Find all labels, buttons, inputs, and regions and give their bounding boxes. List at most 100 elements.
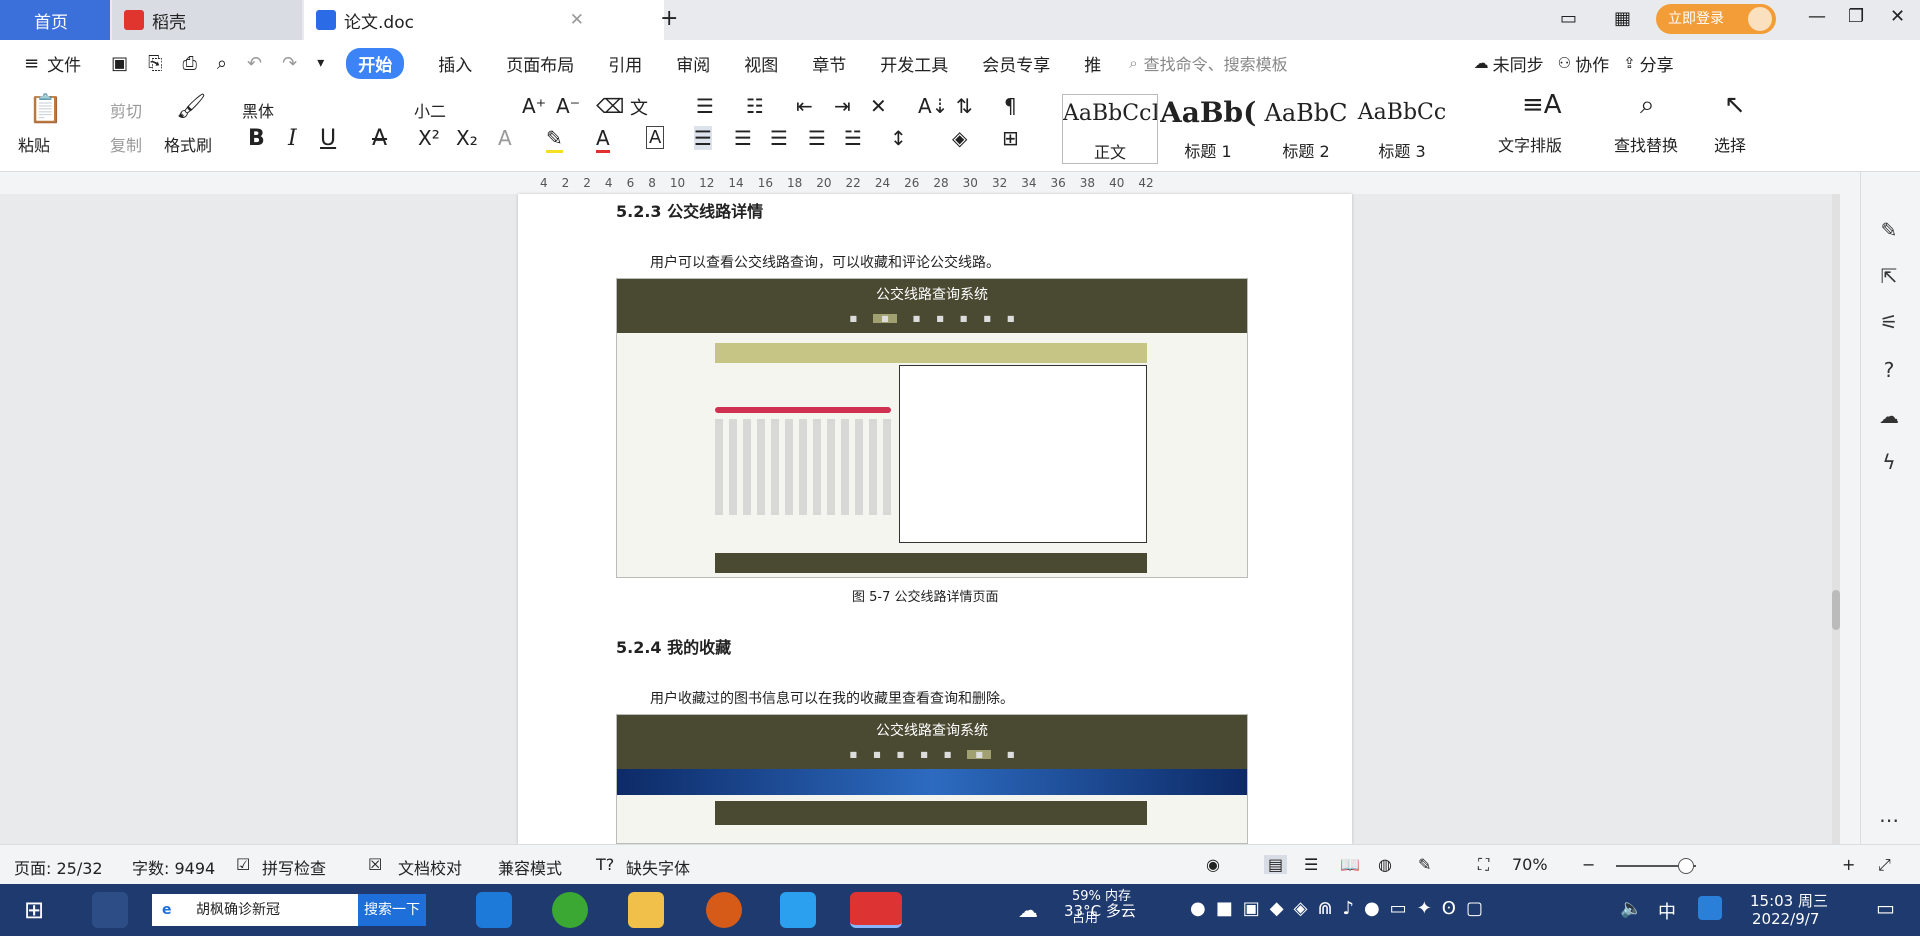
select-button[interactable]: 选择 [1714, 132, 1746, 156]
apps-grid-icon[interactable]: ▦ [1614, 8, 1631, 29]
zoom-in-icon[interactable]: + [1842, 855, 1855, 874]
backup-icon[interactable]: ☁ [1877, 404, 1901, 428]
clock-date[interactable]: 2022/9/7 [1752, 910, 1819, 928]
cut-button[interactable]: 剪切 [110, 98, 142, 122]
menu-review[interactable]: 审阅 [676, 51, 710, 76]
app-blue-icon[interactable] [780, 892, 816, 928]
format-painter-button[interactable]: 格式刷 [164, 132, 212, 156]
minimize-icon[interactable]: — [1808, 6, 1826, 27]
shading-icon[interactable]: ◈ [952, 126, 967, 150]
proofread-button[interactable]: 文档校对 [398, 855, 462, 879]
close-window-icon[interactable]: ✕ [1890, 6, 1905, 27]
wps-taskbar-icon[interactable] [850, 892, 902, 928]
ime-icon[interactable] [1698, 896, 1722, 920]
sync-button[interactable]: 未同步 [1493, 51, 1544, 76]
increase-indent-icon[interactable]: ⇥ [834, 94, 851, 118]
superscript-icon[interactable]: X² [418, 126, 440, 150]
page-view-icon[interactable]: ▤ [1264, 855, 1288, 874]
align-left-icon[interactable]: ☰ [694, 126, 712, 150]
volume-icon[interactable]: 🔈 [1620, 898, 1642, 919]
font-name-select[interactable]: 黑体 [242, 98, 402, 122]
copy-button[interactable]: 复制 [110, 132, 142, 156]
more-icon[interactable]: ⋯ [1877, 808, 1901, 832]
missing-font-button[interactable]: 缺失字体 [626, 855, 690, 879]
lightning-icon[interactable]: ϟ [1877, 450, 1901, 474]
reading-view-icon[interactable]: 📖 [1340, 855, 1360, 874]
zoom-out-icon[interactable]: − [1582, 855, 1595, 874]
pinyin-icon[interactable]: 文 [630, 94, 648, 120]
numbered-list-icon[interactable]: ☷ [746, 94, 764, 118]
page-indicator[interactable]: 页面: 25/32 [14, 855, 103, 879]
save-icon[interactable]: ▣ [111, 53, 128, 74]
command-search-input[interactable]: 查找命令、搜索模板 [1144, 51, 1444, 75]
print-icon[interactable]: ⎙ [183, 53, 197, 74]
menu-file[interactable]: 文件 [47, 51, 81, 76]
settings-sliders-icon[interactable]: ⚟ [1877, 310, 1901, 334]
hamburger-icon[interactable]: ≡ [24, 53, 39, 74]
find-replace-button[interactable]: 查找替换 [1614, 132, 1678, 156]
signin-button[interactable]: 立即登录 [1656, 4, 1776, 34]
line-spacing-icon[interactable]: ↕ [890, 126, 907, 150]
edit-icon[interactable]: ✎ [1877, 218, 1901, 242]
taskbar-search-button[interactable]: 搜索一下 [358, 894, 426, 926]
ime-indicator[interactable]: 中 [1658, 898, 1676, 924]
menu-chapter[interactable]: 章节 [812, 51, 846, 76]
write-view-icon[interactable]: ✎ [1418, 855, 1431, 874]
tray-icons[interactable]: ●■▣◆◈⋒♪●▭✦ʘ▢ [1190, 898, 1493, 919]
windows-start-icon[interactable]: ⊞ [24, 896, 44, 924]
scrollbar-thumb[interactable] [1832, 590, 1840, 630]
text-layout-icon[interactable]: ≡A [1522, 90, 1562, 120]
vertical-scrollbar[interactable] [1832, 194, 1840, 844]
underline-icon[interactable]: U [320, 126, 336, 151]
align-right-icon[interactable]: ☰ [770, 126, 788, 150]
fullscreen-icon[interactable]: ⤢ [1878, 855, 1891, 875]
format-painter-icon[interactable]: 🖌 [176, 92, 206, 120]
sort-icon[interactable]: ⇅ [956, 94, 973, 118]
paste-button[interactable]: 粘贴 [18, 132, 50, 156]
subscript-icon[interactable]: X₂ [456, 126, 478, 150]
paste-icon[interactable]: 📋 [28, 92, 63, 125]
eye-protect-icon[interactable]: ◉ [1206, 855, 1220, 874]
layout-icon[interactable]: ▭ [1560, 8, 1577, 29]
restore-icon[interactable]: ❐ [1848, 6, 1864, 27]
undo-icon[interactable]: ↶ [247, 53, 262, 74]
show-marks-icon[interactable]: ¶ [1004, 94, 1017, 118]
taskbar-search-box[interactable]: e 胡枫确诊新冠 搜索一下 [152, 894, 426, 926]
font-color-icon[interactable]: A [596, 126, 610, 153]
text-layout-button[interactable]: 文字排版 [1498, 132, 1562, 156]
chinese-layout-icon[interactable]: ✕ [870, 94, 887, 118]
distribute-icon[interactable]: ☱ [844, 126, 862, 150]
ie-browser-icon[interactable] [476, 892, 512, 928]
select-icon[interactable]: ↖ [1724, 90, 1746, 120]
zoom-level[interactable]: 70% [1512, 855, 1548, 874]
strikethrough-icon[interactable]: A [372, 126, 387, 151]
customize-icon[interactable]: ▾ [317, 55, 324, 71]
outline-view-icon[interactable]: ☰ [1304, 855, 1318, 874]
menu-more[interactable]: 推 [1084, 51, 1101, 76]
text-direction-icon[interactable]: A⇣ [918, 94, 948, 118]
grow-font-icon[interactable]: A⁺ [522, 94, 546, 118]
clear-format-icon[interactable]: ⌫ [596, 94, 624, 118]
tab-close-icon[interactable]: ✕ [570, 10, 584, 30]
style-heading-1[interactable]: AaBb( 标题 1 [1160, 94, 1256, 164]
web-view-icon[interactable]: ◍ [1378, 855, 1392, 874]
style-heading-2[interactable]: AaBbC 标题 2 [1258, 94, 1354, 164]
fit-page-icon[interactable]: ⛶ [1478, 855, 1489, 875]
menu-member[interactable]: 会员专享 [982, 51, 1050, 76]
menu-references[interactable]: 引用 [608, 51, 642, 76]
menu-view[interactable]: 视图 [744, 51, 778, 76]
tab-document[interactable]: 论文.doc ✕ [304, 0, 664, 40]
help-icon[interactable]: ? [1877, 358, 1901, 382]
zoom-slider-thumb[interactable] [1678, 858, 1694, 874]
menu-page-layout[interactable]: 页面布局 [506, 51, 574, 76]
justify-icon[interactable]: ☰ [808, 126, 826, 150]
pointer-icon[interactable]: ⇱ [1877, 264, 1901, 288]
align-center-icon[interactable]: ☰ [734, 126, 752, 150]
media-player-icon[interactable] [706, 892, 742, 928]
notification-icon[interactable]: ▭ [1876, 896, 1895, 920]
char-border-icon[interactable]: A [646, 126, 665, 149]
shrink-font-icon[interactable]: A⁻ [556, 94, 580, 118]
text-effect-icon[interactable]: A [498, 126, 512, 150]
browser-green-icon[interactable] [552, 892, 588, 928]
tab-home[interactable]: 首页 [0, 0, 110, 40]
